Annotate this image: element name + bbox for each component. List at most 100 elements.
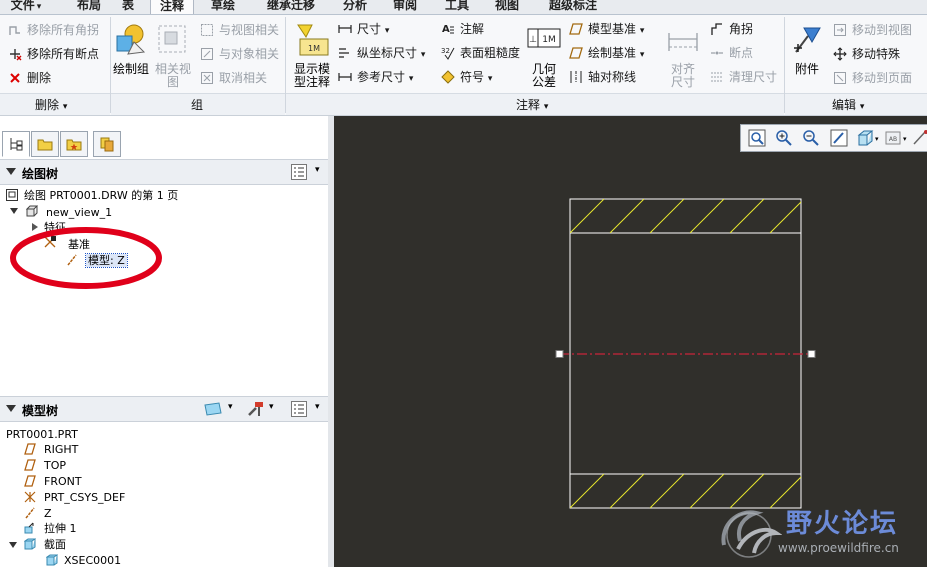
note-button[interactable]: 注解 <box>460 22 484 36</box>
tree-node-extrude-1[interactable]: 拉伸 1 <box>44 522 77 535</box>
chevron-down-icon: ▾ <box>408 74 414 84</box>
move-special-button[interactable]: 移动特殊 <box>852 47 900 61</box>
geometric-tolerance-button[interactable]: 几何 公差 <box>525 63 563 89</box>
move-to-sheet-icon <box>834 72 846 84</box>
tree-node-sections[interactable]: 截面 <box>44 538 66 551</box>
tree-settings-icon[interactable] <box>246 400 266 418</box>
symbol-button[interactable]: 符号 ▾ <box>460 70 492 86</box>
expand-triangle-icon[interactable] <box>9 542 17 548</box>
remove-all-breaks-icon <box>10 49 22 61</box>
repaint-icon[interactable] <box>829 128 849 148</box>
attach-label: 附件 <box>794 62 819 76</box>
tab-file[interactable]: 文件 ▾ <box>4 0 48 14</box>
tree-node-front[interactable]: FRONT <box>44 475 82 488</box>
remove-all-breaks-button[interactable]: 移除所有断点 <box>27 47 99 61</box>
relate-to-object-icon <box>201 48 213 60</box>
show-options-icon[interactable] <box>290 400 308 418</box>
relate-to-view-button[interactable]: 与视图相关 <box>219 23 279 37</box>
tab-super-annotation[interactable]: 超级标注 <box>544 0 602 14</box>
tab-legacy-migration[interactable]: 继承迁移 <box>262 0 320 14</box>
relate-to-object-button[interactable]: 与对象相关 <box>219 47 279 61</box>
move-special-icon <box>833 47 847 61</box>
coordinate-system-icon <box>24 491 36 503</box>
display-style-icon[interactable] <box>856 128 876 148</box>
group-group-label: 组 <box>191 98 204 112</box>
chevron-down-icon[interactable]: ▾ <box>315 402 320 412</box>
dimension-button[interactable]: 尺寸 ▾ <box>357 22 389 38</box>
jog-icon <box>711 23 722 35</box>
ordinate-dimension-label: 纵坐标尺寸 <box>357 46 418 60</box>
tree-node-csys[interactable]: PRT_CSYS_DEF <box>44 491 125 504</box>
tree-node-xsec0001[interactable]: XSEC0001 <box>64 554 121 567</box>
axis-end-handle-right[interactable] <box>807 350 816 358</box>
tab-layout[interactable]: 布局 <box>74 0 104 14</box>
model-display-icon[interactable] <box>203 401 223 417</box>
tree-icon <box>10 138 23 151</box>
axis-of-symmetry-button[interactable]: 轴对称线 <box>588 70 636 84</box>
axis-end-handle-left[interactable] <box>555 350 564 358</box>
tab-model-tree-nav[interactable] <box>2 131 30 157</box>
tab-sketch[interactable]: 草绘 <box>208 0 238 14</box>
refit-icon[interactable] <box>747 128 767 148</box>
sketched-datum-button[interactable]: 绘制基准 ▾ <box>588 46 644 62</box>
ordinate-dimension-button[interactable]: 纵坐标尺寸 ▾ <box>357 46 425 62</box>
tab-folder-browser[interactable] <box>31 131 59 157</box>
symbol-label: 符号 <box>460 70 485 84</box>
annotation-group-label[interactable]: 注释 ▾ <box>516 96 548 113</box>
chevron-down-icon[interactable]: ▾ <box>269 402 274 412</box>
attach-button[interactable]: 附件 <box>788 63 826 76</box>
svg-text:⊥: ⊥ <box>529 35 537 45</box>
group-label-text: 删除 <box>35 98 60 112</box>
draw-group-button[interactable]: 绘制组 <box>112 63 150 76</box>
unrelate-button[interactable]: 取消相关 <box>219 71 267 85</box>
tab-tools[interactable]: 工具 <box>442 0 472 14</box>
cleanup-dimensions-button[interactable]: 清理尺寸 <box>729 70 777 84</box>
chevron-down-icon[interactable]: ▾ <box>875 135 879 143</box>
tree-node-drawing-sheet[interactable]: 绘图 PRT0001.DRW 的第 1 页 <box>24 189 178 202</box>
annotation-display-icon[interactable] <box>911 128 927 148</box>
show-model-annotations-label-2: 型注释 <box>293 75 330 89</box>
model-tree-header[interactable]: 模型树 ▾ ▾ ▾ <box>0 396 328 422</box>
group-label-text: 编辑 <box>832 98 857 112</box>
watermark-title: 野火论坛 <box>786 509 899 539</box>
zoom-out-icon[interactable] <box>801 128 821 148</box>
tree-node-new-view-1[interactable]: new_view_1 <box>46 206 112 219</box>
tab-annotate[interactable]: 注释 <box>150 0 194 14</box>
chevron-down-icon[interactable]: ▾ <box>903 135 907 143</box>
edit-group-label[interactable]: 编辑 ▾ <box>832 96 864 113</box>
tree-node-top[interactable]: TOP <box>44 459 66 472</box>
view-manager-icon[interactable]: AB <box>884 128 904 148</box>
expand-triangle-icon[interactable] <box>10 208 18 214</box>
delete-group-label[interactable]: 删除 ▾ <box>35 96 67 113</box>
favorites-icon <box>66 139 82 151</box>
tree-node-right[interactable]: RIGHT <box>44 443 78 456</box>
break-button[interactable]: 断点 <box>729 46 753 60</box>
tab-favorites[interactable] <box>60 131 88 157</box>
delete-button[interactable]: 删除 <box>27 71 51 85</box>
show-model-annotations-button[interactable]: 显示模 型注释 <box>290 63 334 89</box>
related-view-button[interactable]: 相关视图 <box>154 63 192 89</box>
tab-view[interactable]: 视图 <box>492 0 522 14</box>
move-to-sheet-button[interactable]: 移动到页面 <box>852 71 912 85</box>
reference-dimension-button[interactable]: 参考尺寸 ▾ <box>357 70 413 86</box>
tab-table[interactable]: 表 <box>118 0 138 14</box>
jog-button[interactable]: 角拐 <box>729 22 753 36</box>
tab-layer-tree[interactable] <box>93 131 121 157</box>
drawing-tree-header[interactable]: 绘图树 ▾ <box>0 159 328 185</box>
tab-review[interactable]: 审阅 <box>390 0 420 14</box>
surface-finish-button[interactable]: 表面粗糙度 <box>460 46 520 60</box>
chevron-down-icon: ▾ <box>859 102 865 112</box>
show-options-icon[interactable] <box>290 163 308 181</box>
tab-analysis[interactable]: 分析 <box>340 0 370 14</box>
zoom-in-icon[interactable] <box>774 128 794 148</box>
tree-node-part[interactable]: PRT0001.PRT <box>6 428 78 441</box>
move-to-view-button[interactable]: 移动到视图 <box>852 23 912 37</box>
model-datum-button[interactable]: 模型基准 ▾ <box>588 22 644 38</box>
hatch-top[interactable] <box>530 199 844 233</box>
align-dimensions-button[interactable]: 对齐 尺寸 <box>664 63 702 89</box>
section-icon <box>24 538 36 550</box>
chevron-down-icon[interactable]: ▾ <box>315 165 320 175</box>
chevron-down-icon[interactable]: ▾ <box>228 402 233 412</box>
tree-node-z[interactable]: Z <box>44 507 52 520</box>
remove-all-jogs-button[interactable]: 移除所有角拐 <box>27 23 99 37</box>
